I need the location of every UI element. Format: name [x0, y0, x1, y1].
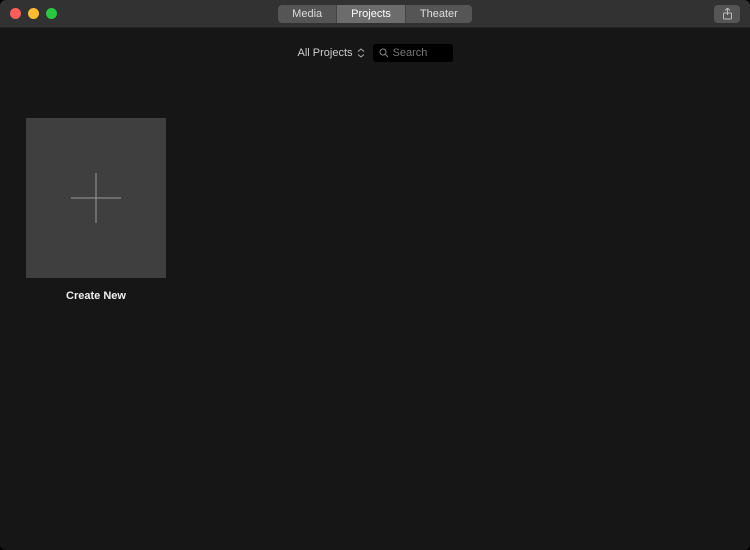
app-window: Media Projects Theater All Projects	[0, 0, 750, 550]
create-new-label: Create New	[66, 290, 126, 302]
projects-grid: Create New	[0, 68, 750, 550]
search-field[interactable]	[373, 44, 453, 62]
fullscreen-window-button[interactable]	[46, 8, 57, 19]
search-input[interactable]	[393, 47, 447, 59]
create-new-thumbnail	[26, 118, 166, 278]
tab-media[interactable]: Media	[278, 5, 337, 23]
window-controls	[10, 8, 57, 19]
filter-dropdown[interactable]: All Projects	[297, 47, 364, 59]
plus-icon	[71, 173, 121, 223]
minimize-window-button[interactable]	[28, 8, 39, 19]
share-button[interactable]	[714, 5, 740, 23]
tab-theater[interactable]: Theater	[406, 5, 472, 23]
create-new-tile[interactable]: Create New	[26, 118, 166, 302]
share-icon	[722, 8, 733, 20]
search-icon	[379, 48, 389, 58]
filter-dropdown-label: All Projects	[297, 47, 352, 59]
updown-icon	[357, 48, 365, 58]
toolbar: All Projects	[0, 28, 750, 68]
view-tab-group: Media Projects Theater	[278, 5, 472, 23]
close-window-button[interactable]	[10, 8, 21, 19]
tab-projects[interactable]: Projects	[337, 5, 406, 23]
titlebar: Media Projects Theater	[0, 0, 750, 28]
